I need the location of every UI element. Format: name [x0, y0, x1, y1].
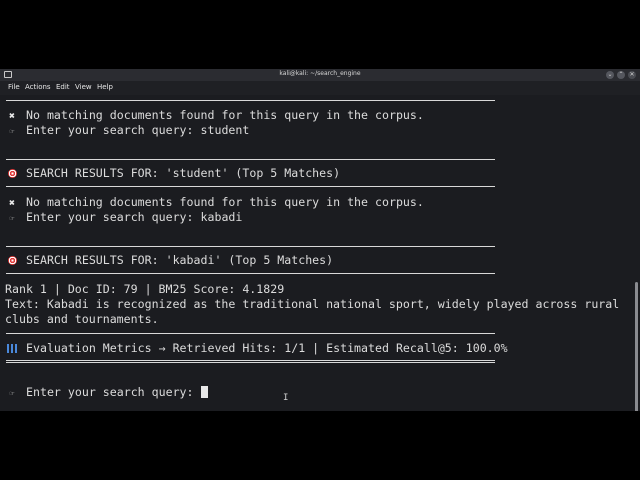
cross-icon: ✖	[8, 111, 16, 122]
text-cursor	[200, 386, 208, 398]
menu-help[interactable]: Help	[97, 83, 113, 91]
menu-bar: File Actions Edit View Help	[0, 81, 640, 95]
target-icon	[7, 169, 17, 178]
results-header-text: SEARCH RESULTS FOR: 'kabadi' (Top 5 Matc…	[26, 253, 334, 267]
pointing-hand-icon: ☞	[9, 389, 15, 398]
prompt-text: Enter your search query:	[26, 385, 201, 399]
menu-file[interactable]: File	[8, 83, 20, 91]
no-match-text: No matching documents found for this que…	[26, 195, 424, 209]
menu-view[interactable]: View	[75, 83, 92, 91]
title-bar[interactable]: kali@kali: ~/search_engine ⌄ ⌃ ✕	[0, 69, 640, 81]
separator-line	[6, 333, 495, 334]
metrics-line: Evaluation Metrics → Retrieved Hits: 1/1…	[5, 341, 508, 356]
separator-line	[6, 100, 495, 101]
separator-line	[6, 246, 495, 247]
separator-line	[6, 273, 495, 274]
prompt-text: Enter your search query: kabadi	[26, 210, 243, 224]
minimize-button[interactable]: ⌄	[606, 71, 614, 79]
results-header: SEARCH RESULTS FOR: 'student' (Top 5 Mat…	[5, 166, 340, 181]
search-prompt: ☞ Enter your search query: student	[5, 123, 250, 138]
maximize-button[interactable]: ⌃	[617, 71, 625, 79]
document-text: Text: Kabadi is recognized as the tradit…	[5, 297, 620, 311]
metrics-text: Evaluation Metrics → Retrieved Hits: 1/1…	[26, 341, 508, 355]
no-match-text: No matching documents found for this que…	[26, 108, 424, 122]
rank-line: Rank 1 | Doc ID: 79 | BM25 Score: 4.1829	[5, 282, 285, 296]
results-header: SEARCH RESULTS FOR: 'kabadi' (Top 5 Matc…	[5, 253, 333, 268]
terminal-output[interactable]: ✖ No matching documents found for this qu…	[0, 95, 630, 411]
bar-chart-icon	[7, 344, 17, 353]
menu-actions[interactable]: Actions	[25, 83, 51, 91]
prompt-text: Enter your search query: student	[26, 123, 250, 137]
separator-line	[6, 159, 495, 160]
no-match-message: ✖ No matching documents found for this qu…	[5, 108, 424, 123]
cross-icon: ✖	[8, 198, 16, 209]
close-button[interactable]: ✕	[628, 71, 636, 79]
scrollbar-thumb[interactable]	[635, 282, 638, 411]
double-separator-line	[6, 360, 495, 363]
window-title: kali@kali: ~/search_engine	[279, 70, 361, 77]
pointing-hand-icon: ☞	[9, 127, 15, 136]
target-icon	[7, 256, 17, 265]
mouse-ibeam-cursor: I	[283, 393, 289, 403]
results-header-text: SEARCH RESULTS FOR: 'student' (Top 5 Mat…	[26, 166, 341, 180]
document-text-continued: clubs and tournaments.	[5, 312, 159, 326]
menu-edit[interactable]: Edit	[56, 83, 70, 91]
no-match-message: ✖ No matching documents found for this qu…	[5, 195, 424, 210]
pointing-hand-icon: ☞	[9, 214, 15, 223]
terminal-window: kali@kali: ~/search_engine ⌄ ⌃ ✕ File Ac…	[0, 69, 640, 411]
separator-line	[6, 186, 495, 187]
search-prompt: ☞ Enter your search query: kabadi	[5, 210, 243, 225]
search-prompt-active[interactable]: ☞ Enter your search query:	[5, 385, 208, 400]
